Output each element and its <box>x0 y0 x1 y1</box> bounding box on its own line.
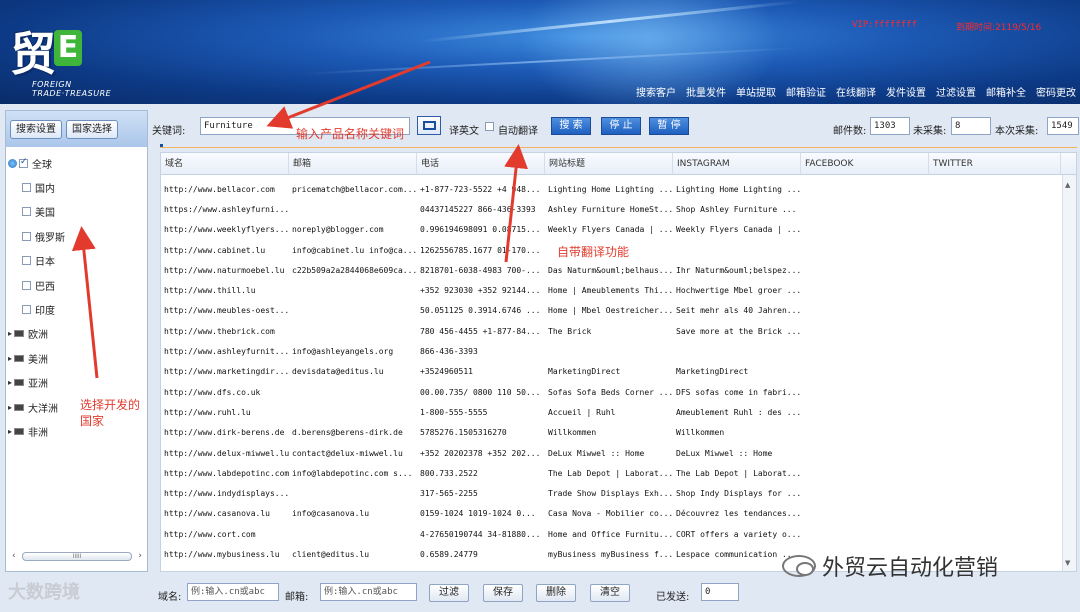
keyword-hint: 输入产品名称关键词 <box>296 127 405 141</box>
country-hint-2: 国家 <box>80 414 105 428</box>
watermark-right-text: 外贸云自动化营销 <box>822 556 999 581</box>
country-arrow <box>71 226 99 379</box>
watermark-left: 大数跨境 <box>8 582 80 603</box>
translate-hint: 自带翻译功能 <box>557 245 630 259</box>
wechat-icon <box>782 555 816 577</box>
keyword-arrow <box>266 60 431 129</box>
translate-arrow <box>504 144 529 263</box>
country-hint-1: 选择开发的 <box>80 398 141 412</box>
watermark-right: 外贸云自动化营销 <box>782 550 998 582</box>
annotation-arrows <box>71 60 529 379</box>
